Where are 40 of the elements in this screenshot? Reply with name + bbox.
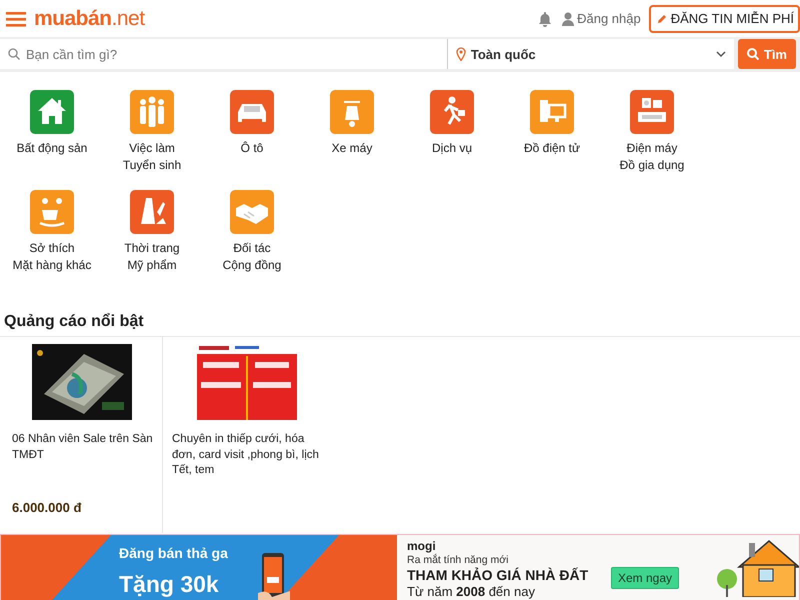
category-tile[interactable] — [130, 190, 174, 234]
category-label[interactable]: Việc làm Tuyển sinh — [122, 140, 182, 174]
ad-title[interactable]: Chuyên in thiếp cưới, hóa đơn, card visit ,phong bì, lịch Tết, tem — [172, 432, 330, 533]
category-label[interactable]: Đối tác Cộng đồng — [222, 240, 282, 274]
category-tile[interactable] — [530, 90, 574, 134]
banner-headline: Tặng 30k — [119, 571, 219, 598]
pencil-icon — [656, 14, 667, 24]
brand-logo: mogi — [407, 539, 436, 553]
ad-title[interactable]: 06 Nhân viên Sale trên Sàn TMĐT — [12, 432, 160, 500]
banner-text: Đăng bán thả ga — [119, 545, 228, 561]
bell-icon[interactable] — [538, 10, 552, 26]
location-dropdown[interactable]: Toàn quốc — [446, 39, 734, 69]
category-tile[interactable] — [230, 90, 274, 134]
view-now-button[interactable]: Xem ngay — [611, 567, 680, 589]
ad-price: 6.000.000 đ — [12, 500, 82, 515]
category-tile[interactable] — [130, 90, 174, 134]
category-label[interactable]: Điện máy Đồ gia dụng — [620, 140, 684, 174]
user-icon — [562, 12, 574, 26]
category-label[interactable]: Thời trang Mỹ phẩm — [124, 240, 180, 274]
banner-headline: THAM KHẢO GIÁ NHÀ ĐẤT — [407, 567, 590, 583]
search-field[interactable]: Bạn cần tìm gì? — [0, 39, 447, 69]
category-label[interactable]: Đồ điện tử — [524, 140, 580, 174]
section-title: Quảng cáo nổi bật — [4, 313, 144, 332]
chevron-down-icon — [716, 51, 726, 57]
category-label[interactable]: Ô tô — [240, 140, 264, 174]
category-label[interactable]: Xe máy — [332, 140, 372, 174]
menu-icon[interactable] — [6, 10, 26, 26]
login-link[interactable]: Đăng nhập — [577, 11, 641, 26]
category-tile[interactable] — [630, 90, 674, 134]
category-label[interactable]: Dịch vụ — [432, 140, 472, 174]
banner-text: Từ năm 2008 đến nay — [407, 584, 536, 599]
category-label[interactable]: Bất động sản — [16, 140, 88, 174]
category-label[interactable]: Sở thích Mặt hàng khác — [12, 240, 92, 274]
category-tile[interactable] — [430, 90, 474, 134]
post-ad-button[interactable]: ĐĂNG TIN MIỄN PHÍ — [648, 4, 800, 32]
banner-text: Ra mắt tính năng mới — [407, 554, 510, 566]
category-tile[interactable] — [230, 190, 274, 234]
category-tile[interactable] — [30, 90, 74, 134]
search-icon — [746, 48, 759, 60]
location-pin-icon — [456, 47, 466, 61]
